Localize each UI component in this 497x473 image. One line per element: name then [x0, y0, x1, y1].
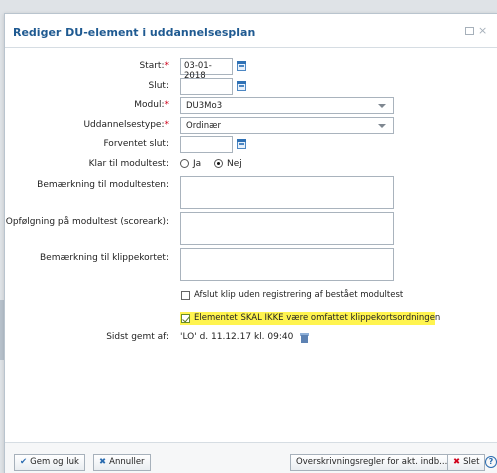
- dialog-titlebar[interactable]: Rediger DU-element i uddannelsesplan ×: [5, 14, 497, 48]
- delete-icon: ✖: [453, 457, 461, 467]
- opfoelgning-label: Opfølgning på modultest (scoreark):: [5, 217, 169, 227]
- calendar-icon[interactable]: [237, 81, 246, 91]
- help-icon[interactable]: ?: [485, 456, 497, 468]
- ikke-omfattet-label[interactable]: Elementet SKAL IKKE være omfattet klippe…: [194, 313, 440, 323]
- radio-ja[interactable]: [180, 159, 189, 168]
- calendar-icon[interactable]: [237, 61, 246, 71]
- uddannelsestype-label: Uddannelsestype:*: [83, 120, 169, 130]
- modul-row: Modul:* DU3Mo3: [5, 97, 497, 117]
- klar-til-modultest-row: Klar til modultest: Ja Nej: [5, 157, 497, 177]
- window-controls: ×: [465, 25, 489, 36]
- uddannelsestype-select[interactable]: Ordinær: [180, 117, 394, 134]
- slut-row: Slut:: [5, 78, 497, 98]
- sidst-gemt-value: 'LO' d. 11.12.17 kl. 09:40: [180, 332, 294, 342]
- info-icon[interactable]: [300, 333, 309, 343]
- uddannelsestype-row: Uddannelsestype:* Ordinær: [5, 117, 497, 137]
- start-date-input[interactable]: 03-01-2018: [180, 58, 233, 81]
- uddannelsestype-selected-value: Ordinær: [186, 121, 222, 131]
- chevron-down-icon: [378, 124, 386, 128]
- bemaerkning-klippekort-label: Bemærkning til klippekortet:: [39, 253, 169, 263]
- modul-select[interactable]: DU3Mo3: [180, 97, 394, 114]
- radio-ja-label[interactable]: Ja: [193, 159, 201, 169]
- chevron-down-icon: [378, 104, 386, 108]
- afslut-klip-checkbox[interactable]: [181, 291, 190, 300]
- radio-nej[interactable]: [214, 159, 223, 168]
- maximize-icon[interactable]: [465, 27, 474, 35]
- radio-nej-label[interactable]: Nej: [227, 159, 242, 169]
- modul-label: Modul:*: [134, 100, 169, 110]
- sidst-gemt-label: Sidst gemt af:: [106, 332, 169, 342]
- checkmark-icon: ✔: [20, 457, 28, 467]
- slut-date-input[interactable]: [180, 78, 233, 95]
- close-icon: ✖: [99, 457, 107, 467]
- edit-dialog: Rediger DU-element i uddannelsesplan × S…: [4, 13, 497, 473]
- forventet-slut-date-input[interactable]: [180, 136, 233, 153]
- modul-selected-value: DU3Mo3: [186, 101, 223, 111]
- cancel-button[interactable]: ✖ Annuller: [93, 454, 151, 471]
- start-row: Start:* 03-01-2018: [5, 58, 497, 81]
- bemaerkning-klippekort-textarea[interactable]: [180, 248, 394, 281]
- klar-til-modultest-label: Klar til modultest:: [88, 159, 169, 169]
- start-label: Start:*: [139, 61, 169, 71]
- close-icon[interactable]: ×: [478, 25, 489, 36]
- dialog-footer: ✔ Gem og luk ✖ Annuller Overskrivningsregl…: [5, 442, 497, 473]
- ikke-omfattet-checkbox[interactable]: [181, 314, 190, 323]
- afslut-klip-label[interactable]: Afslut klip uden registrering af bestået…: [194, 290, 403, 300]
- bemaerkning-modultest-textarea[interactable]: [180, 176, 394, 209]
- save-close-button[interactable]: ✔ Gem og luk: [14, 454, 85, 471]
- forventet-slut-row: Forventet slut:: [5, 136, 497, 156]
- delete-button[interactable]: ✖ Slet: [447, 454, 486, 471]
- dialog-title: Rediger DU-element i uddannelsesplan: [13, 26, 256, 39]
- slut-label: Slut:: [148, 81, 169, 91]
- overwrite-rules-button[interactable]: Overskrivningsregler for akt. indb...: [290, 454, 454, 471]
- opfoelgning-textarea[interactable]: [180, 212, 394, 245]
- bemaerkning-modultest-label: Bemærkning til modultesten:: [37, 180, 169, 190]
- calendar-icon[interactable]: [237, 139, 246, 149]
- forventet-slut-label: Forventet slut:: [103, 139, 169, 149]
